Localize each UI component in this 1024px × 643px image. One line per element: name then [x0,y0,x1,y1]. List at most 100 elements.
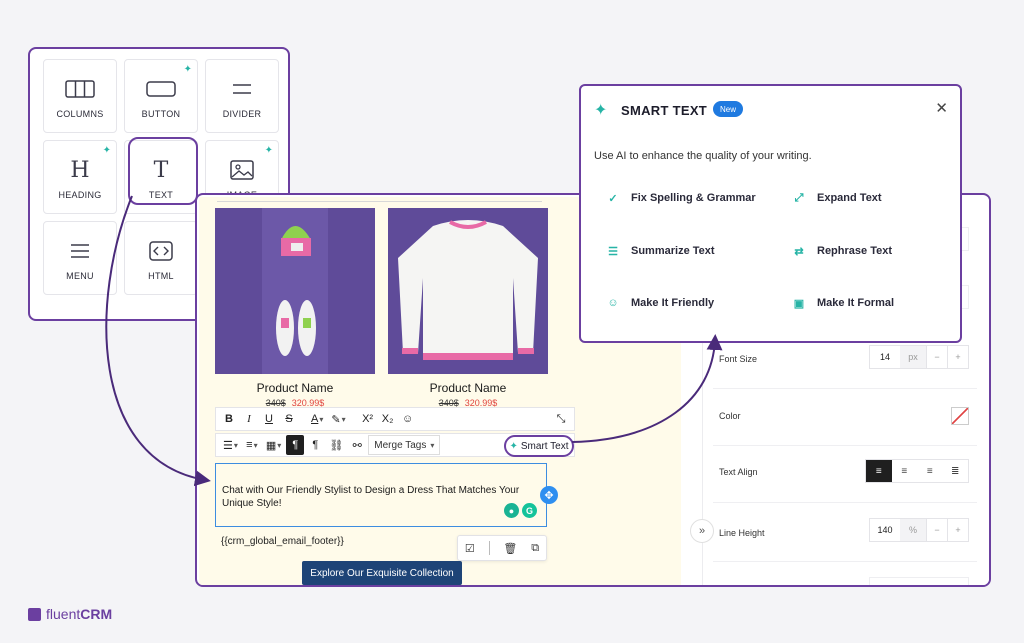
checkbox-icon[interactable]: ☑ [465,542,475,555]
line-height-input[interactable]: 140 % − + [869,518,969,542]
product-name: Product Name [429,381,507,395]
align-justify-icon[interactable]: ≣ [943,460,969,482]
bold-button[interactable]: B [220,409,238,429]
align-center-icon[interactable]: ≡ [892,460,918,482]
minus-button[interactable]: − [926,346,947,368]
font-size-input[interactable]: 14 px − + [869,345,969,369]
divider [217,201,542,202]
footer-merge-tag: {{crm_global_email_footer}} [221,536,344,547]
magic-wand-icon: ✦ [594,102,608,119]
option-expand-text[interactable]: ⤢ Expand Text [791,190,882,206]
collapse-panel-icon[interactable]: » [690,519,714,543]
menu-icon [69,240,91,262]
color-label: Color [719,411,741,421]
option-label: Rephrase Text [817,245,892,257]
text-block-editor[interactable]: Chat with Our Friendly Stylist to Design… [215,463,547,527]
emoji-icon[interactable]: ☺ [399,409,417,429]
block-label: MENU [66,271,94,281]
option-friendly[interactable]: ☺ Make It Friendly [605,295,714,311]
divider [713,388,977,389]
assistant-icon[interactable]: ● [504,503,519,518]
smart-text-button[interactable]: ✦ Smart Text [504,435,574,457]
delete-icon[interactable]: 🗑 [503,542,517,555]
block-menu[interactable]: MENU [43,221,117,295]
block-divider[interactable]: DIVIDER [205,59,279,133]
italic-button[interactable]: I [240,409,258,429]
setting-field[interactable] [869,577,969,585]
list-icon: ☰ [608,245,618,258]
divider [713,561,977,562]
block-label: HTML [148,271,174,281]
close-icon[interactable]: ✕ [935,99,948,117]
option-label: Summarize Text [631,245,715,257]
superscript-button[interactable]: X² [359,409,377,429]
divider [713,502,977,503]
spellcheck-icon: ✓ [608,192,618,205]
ai-sparkle-icon: ✦ [183,64,192,75]
popup-title: SMART TEXT [621,103,708,118]
bullet-list-button[interactable]: ☰ ▾ [220,435,241,455]
numbered-list-button[interactable]: ≡ ▾ [243,435,261,455]
cta-button[interactable]: Explore Our Exquisite Collection [302,561,462,585]
align-right-icon[interactable]: ≡ [917,460,943,482]
product-image[interactable] [388,208,548,374]
merge-tags-dropdown[interactable]: Merge Tags ▾ [368,435,441,455]
heading-icon: H [70,157,90,183]
duplicate-icon[interactable]: ⧉ [531,542,539,555]
text-color-button[interactable]: A ▾ [308,409,326,429]
block-button[interactable]: ✦ BUTTON [124,59,198,133]
shuffle-icon: ⇄ [794,245,804,258]
strikethrough-button[interactable]: S [280,409,298,429]
minus-button[interactable]: − [926,519,947,541]
table-button[interactable]: ▦ ▾ [263,435,284,455]
align-left-icon[interactable]: ≡ [866,460,892,482]
block-html[interactable]: HTML [124,221,198,295]
brand-prefix: fluent [46,606,81,622]
product-image[interactable] [215,208,375,374]
line-height-value[interactable]: 140 [870,519,900,541]
html-icon [149,240,173,262]
magic-wand-icon: ✦ [509,440,518,452]
block-columns[interactable]: COLUMNS [43,59,117,133]
brand-logo: fluent CRM [28,606,112,622]
collapse-toolbar-icon[interactable]: ⤡ [552,409,570,429]
plus-button[interactable]: + [947,346,968,368]
block-label: COLUMNS [56,109,104,119]
button-icon [146,78,176,100]
option-fix-spelling[interactable]: ✓ Fix Spelling & Grammar [605,190,755,206]
plus-button[interactable]: + [947,519,968,541]
font-size-unit: px [900,346,926,368]
new-badge: New [713,101,744,117]
option-label: Expand Text [817,192,882,204]
font-size-value[interactable]: 14 [870,346,900,368]
expand-icon: ⤢ [794,191,804,204]
color-swatch[interactable] [951,407,969,425]
format-toolbar: B I U S A ▾ ✎ ▾ X² X₂ ☺ ⤡ [215,407,575,431]
option-rephrase[interactable]: ⇄ Rephrase Text [791,243,892,259]
move-handle-icon[interactable]: ✥ [540,486,558,504]
underline-button[interactable]: U [260,409,278,429]
unlink-icon[interactable]: ⚯ [348,435,366,455]
smile-icon: ☺ [607,297,619,309]
rtl-button[interactable]: ¶ [306,435,324,455]
highlight-button[interactable]: ✎ ▾ [328,409,348,429]
option-formal[interactable]: ▣ Make It Formal [791,295,894,311]
text-align-group: ≡ ≡ ≡ ≣ [865,459,969,483]
subscript-button[interactable]: X₂ [379,409,397,429]
block-heading[interactable]: ✦ H HEADING [43,140,117,214]
highlight-ring [128,137,198,205]
block-label: DIVIDER [222,109,262,119]
option-label: Make It Formal [817,297,895,309]
briefcase-icon: ▣ [793,297,805,310]
block-label: HEADING [58,190,102,200]
block-label: BUTTON [141,109,181,119]
ltr-button[interactable]: ¶ [286,435,305,455]
fluentcrm-logo-icon [28,607,41,621]
link-icon[interactable]: ⛓ [326,435,346,455]
ai-sparkle-icon: ✦ [264,145,273,156]
option-summarize[interactable]: ☰ Summarize Text [605,243,715,259]
merge-tags-label: Merge Tags [374,439,427,451]
grammarly-icon[interactable]: G [522,503,537,518]
option-label: Make It Friendly [631,297,715,309]
divider [713,445,977,446]
